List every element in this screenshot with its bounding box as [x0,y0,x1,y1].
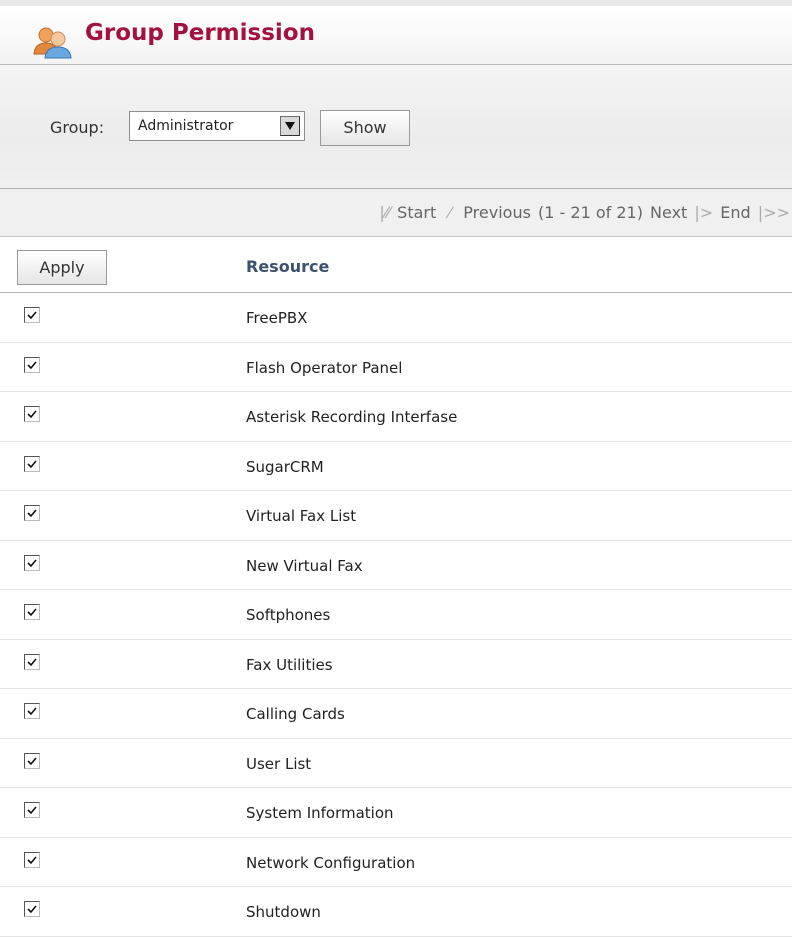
checkmark-icon [27,509,37,518]
table-row: Softphones [0,590,792,640]
previous-icon: ⁄ [443,203,457,222]
permission-list: FreePBX Flash Operator Panel Asterisk Reco… [0,293,792,937]
page-title: Group Permission [85,20,315,46]
resource-column-header: Resource [246,257,330,276]
permission-checkbox[interactable] [24,653,40,670]
permission-checkbox[interactable] [24,455,40,472]
resource-name: System Information [246,804,394,822]
table-row: Flash Operator Panel [0,343,792,392]
show-button[interactable]: Show [320,110,410,146]
checkmark-icon [27,855,37,864]
permission-checkbox[interactable] [24,752,40,769]
checkmark-icon [27,756,37,765]
resource-name: Calling Cards [246,705,345,723]
start-link[interactable]: Start [397,203,436,222]
table-row: User List [0,739,792,788]
page-range: (1 - 21 of 21) [538,203,643,222]
dropdown-arrow-icon[interactable] [280,116,300,136]
permission-checkbox[interactable] [24,703,40,719]
checkmark-icon [27,905,37,914]
permission-checkbox[interactable] [24,406,40,422]
resource-name: New Virtual Fax [246,556,363,575]
resource-name: Softphones [246,606,331,624]
users-group-icon [33,27,72,59]
next-icon: |> [694,203,714,222]
permission-checkbox[interactable] [24,802,40,818]
group-select-value: Administrator [138,118,234,134]
group-select[interactable]: Administrator [129,111,305,141]
first-page-icon: |⁄⁄ [379,203,391,222]
resource-name: Flash Operator Panel [246,358,403,377]
table-row: Calling Cards [0,689,792,739]
resource-name: User List [246,754,312,773]
permission-checkbox[interactable] [24,851,40,868]
filter-bar: Group: Administrator Show [0,65,792,189]
table-row: Fax Utilities [0,640,792,689]
checkmark-icon [27,558,37,567]
table-row: SugarCRM [0,442,792,491]
resource-name: SugarCRM [246,457,324,476]
resource-name: Asterisk Recording Interfase [246,408,458,426]
next-link[interactable]: Next [650,203,687,222]
end-link[interactable]: End [720,203,750,222]
table-row: New Virtual Fax [0,541,792,590]
checkmark-icon [27,707,37,716]
table-header: Apply Resource [0,237,792,293]
permission-checkbox[interactable] [24,554,40,571]
table-row: Asterisk Recording Interfase [0,392,792,442]
checkmark-icon [27,657,37,666]
table-row: FreePBX [0,293,792,343]
permission-checkbox[interactable] [24,307,40,323]
table-row: System Information [0,788,792,838]
checkmark-icon [27,311,37,320]
checkmark-icon [27,459,37,468]
resource-name: Network Configuration [246,853,416,872]
checkmark-icon [27,806,37,815]
resource-name: Fax Utilities [246,655,333,674]
resource-name: Virtual Fax List [246,507,357,525]
pagination-bar: |⁄⁄ Start ⁄ Previous (1 - 21 of 21) Next… [0,189,792,237]
permission-checkbox[interactable] [24,604,40,620]
apply-button[interactable]: Apply [17,250,107,285]
previous-link[interactable]: Previous [463,203,531,222]
table-row: Virtual Fax List [0,491,792,541]
permission-checkbox[interactable] [24,356,40,373]
checkmark-icon [27,410,37,419]
last-page-icon: |>> [757,203,790,222]
table-row: Shutdown [0,887,792,937]
page-header: Group Permission [0,0,792,65]
permission-checkbox[interactable] [24,901,40,917]
table-row: Network Configuration [0,838,792,887]
resource-name: Shutdown [246,903,321,921]
group-label: Group: [50,118,105,137]
checkmark-icon [27,360,37,369]
checkmark-icon [27,608,37,617]
resource-name: FreePBX [246,309,308,327]
permission-checkbox[interactable] [24,505,40,521]
